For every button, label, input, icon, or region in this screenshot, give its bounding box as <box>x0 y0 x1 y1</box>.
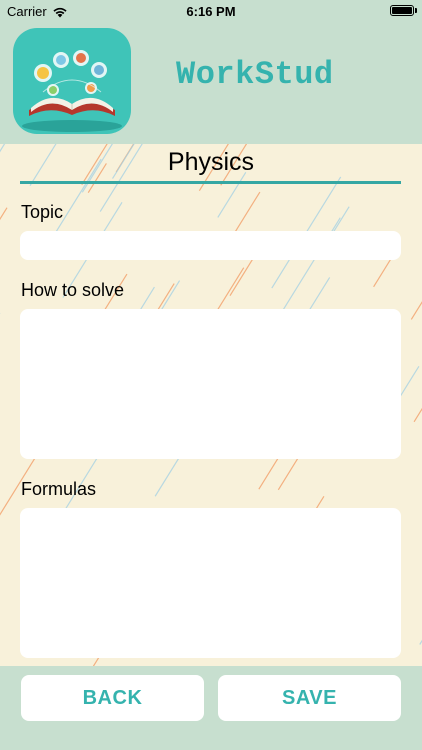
background-stripe <box>217 171 247 218</box>
bottom-action-bar: BACK SAVE <box>0 666 422 750</box>
title-underline <box>20 181 401 184</box>
form-area: Physics Topic How to solve Formulas <box>0 144 422 666</box>
status-time: 6:16 PM <box>186 4 236 19</box>
background-stripe <box>0 207 8 221</box>
formulas-label: Formulas <box>21 479 97 499</box>
formulas-input[interactable] <box>20 508 401 658</box>
save-button[interactable]: SAVE <box>218 675 401 721</box>
topic-label: Topic <box>21 202 64 222</box>
battery-icon <box>390 5 414 16</box>
background-stripe <box>410 301 422 320</box>
app-logo-book-icon <box>13 28 131 134</box>
subject-title: Physics <box>167 148 255 176</box>
background-stripe <box>413 407 422 423</box>
battery-tip <box>415 8 417 13</box>
app-header: WorkStud <box>0 22 422 144</box>
app-title: WorkStud <box>176 56 334 93</box>
back-button[interactable]: BACK <box>21 675 204 721</box>
topic-input[interactable] <box>20 231 401 260</box>
how-to-solve-input[interactable] <box>20 309 401 459</box>
background-stripe <box>373 259 391 288</box>
status-bar: Carrier 6:16 PM <box>0 0 422 22</box>
background-stripe <box>232 191 261 236</box>
how-to-solve-label: How to solve <box>21 280 125 300</box>
background-stripe <box>229 254 256 296</box>
